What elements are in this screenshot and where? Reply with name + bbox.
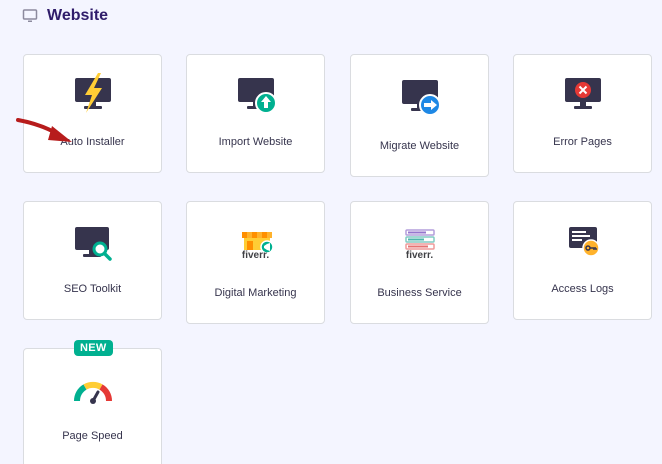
error-pages-card[interactable]: Error Pages <box>513 54 652 173</box>
card-label: Digital Marketing <box>214 287 297 299</box>
card-label: Import Website <box>218 136 293 148</box>
card-label: Access Logs <box>551 283 614 295</box>
card-label: SEO Toolkit <box>63 283 122 295</box>
card-label: Error Pages <box>553 136 612 148</box>
monitor-search-icon <box>71 222 115 266</box>
page-speed-card[interactable]: NEW Page Speed <box>23 340 162 464</box>
card-label: Page Speed <box>62 430 123 442</box>
digital-marketing-card[interactable]: fiverr. Digital Marketing <box>186 201 325 324</box>
fiverr-logo: fiverr. <box>241 250 270 261</box>
annotation-arrow-icon <box>16 118 72 142</box>
fiverr-store-icon <box>234 226 278 270</box>
section-header: Website <box>22 6 108 26</box>
fiverr-list-icon <box>398 226 442 270</box>
fiverr-logo: fiverr. <box>405 250 434 261</box>
monitor-icon <box>22 8 38 24</box>
seo-toolkit-card[interactable]: SEO Toolkit <box>23 201 162 320</box>
monitor-lightning-icon <box>71 73 115 117</box>
monitor-arrow-right-icon <box>398 75 442 119</box>
import-website-card[interactable]: Import Website <box>186 54 325 173</box>
access-logs-card[interactable]: Access Logs <box>513 201 652 320</box>
migrate-website-card[interactable]: Migrate Website <box>350 54 489 177</box>
monitor-error-icon <box>561 73 605 117</box>
new-badge: NEW <box>74 340 113 356</box>
card-label: Business Service <box>377 287 462 299</box>
log-key-icon <box>561 222 605 266</box>
section-title: Website <box>47 7 109 24</box>
card-label: Migrate Website <box>379 140 460 152</box>
speedometer-icon <box>71 373 115 417</box>
monitor-upload-icon <box>234 73 278 117</box>
business-service-card[interactable]: fiverr. Business Service <box>350 201 489 324</box>
